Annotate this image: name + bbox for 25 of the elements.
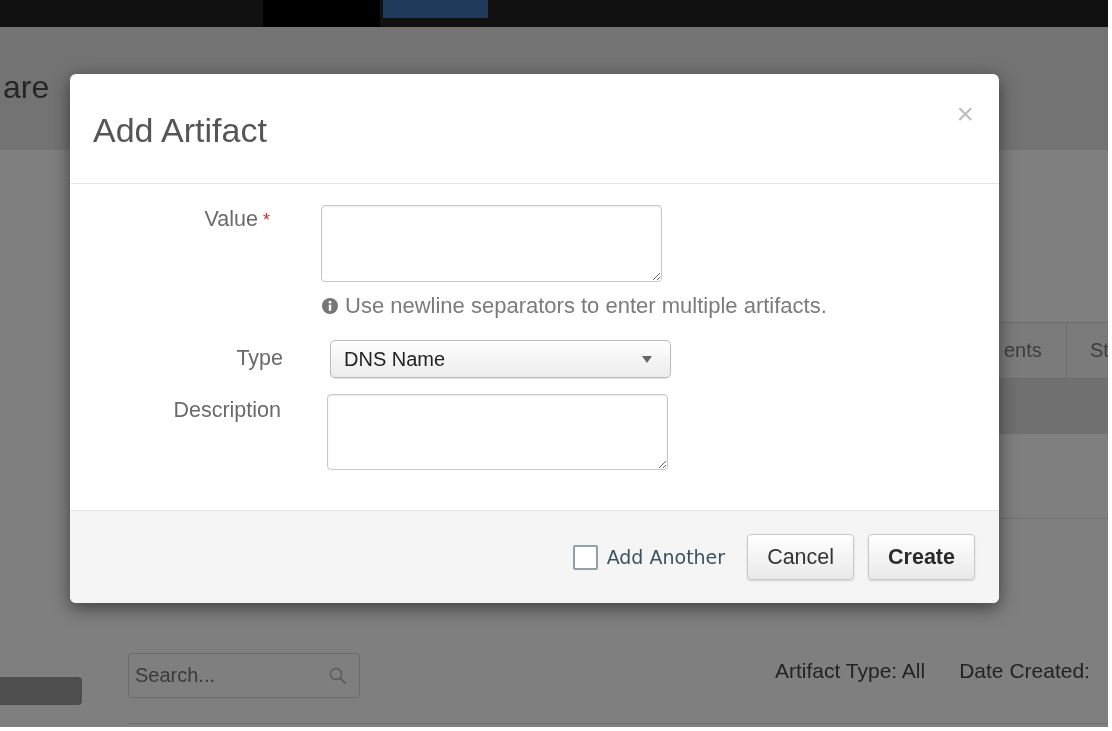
text-area[interactable] <box>321 205 662 282</box>
checkbox-label[interactable]: Add Another <box>606 546 726 568</box>
page-title: are <box>3 67 50 106</box>
help-text: Use newline separators to enter multiple artifacts. <box>345 293 827 318</box>
primary-button[interactable]: Create <box>868 534 975 580</box>
nav-button[interactable] <box>383 0 488 18</box>
search-icon[interactable] <box>329 667 346 684</box>
filter-label[interactable]: Artifact Type: All <box>775 658 926 683</box>
select-dropdown[interactable]: DNS Name <box>330 340 671 378</box>
field-label: Type <box>236 346 283 371</box>
caret-icon <box>642 355 652 363</box>
dialog-title: Add Artifact <box>93 110 267 150</box>
search-field[interactable]: Search... <box>128 653 360 698</box>
tab[interactable]: St <box>1067 323 1108 378</box>
nav-tab[interactable] <box>263 0 380 27</box>
text-area[interactable] <box>327 394 668 470</box>
info-icon <box>322 297 338 314</box>
field-label: Value <box>204 207 258 232</box>
filter-label[interactable]: Date Created: <box>959 658 1090 683</box>
tab[interactable]: ents <box>1001 323 1067 378</box>
required-mark: * <box>263 209 270 232</box>
field-label: Description <box>173 398 281 423</box>
default-button[interactable]: Cancel <box>747 534 855 580</box>
side-button[interactable] <box>0 677 82 705</box>
checkbox[interactable] <box>572 544 598 570</box>
